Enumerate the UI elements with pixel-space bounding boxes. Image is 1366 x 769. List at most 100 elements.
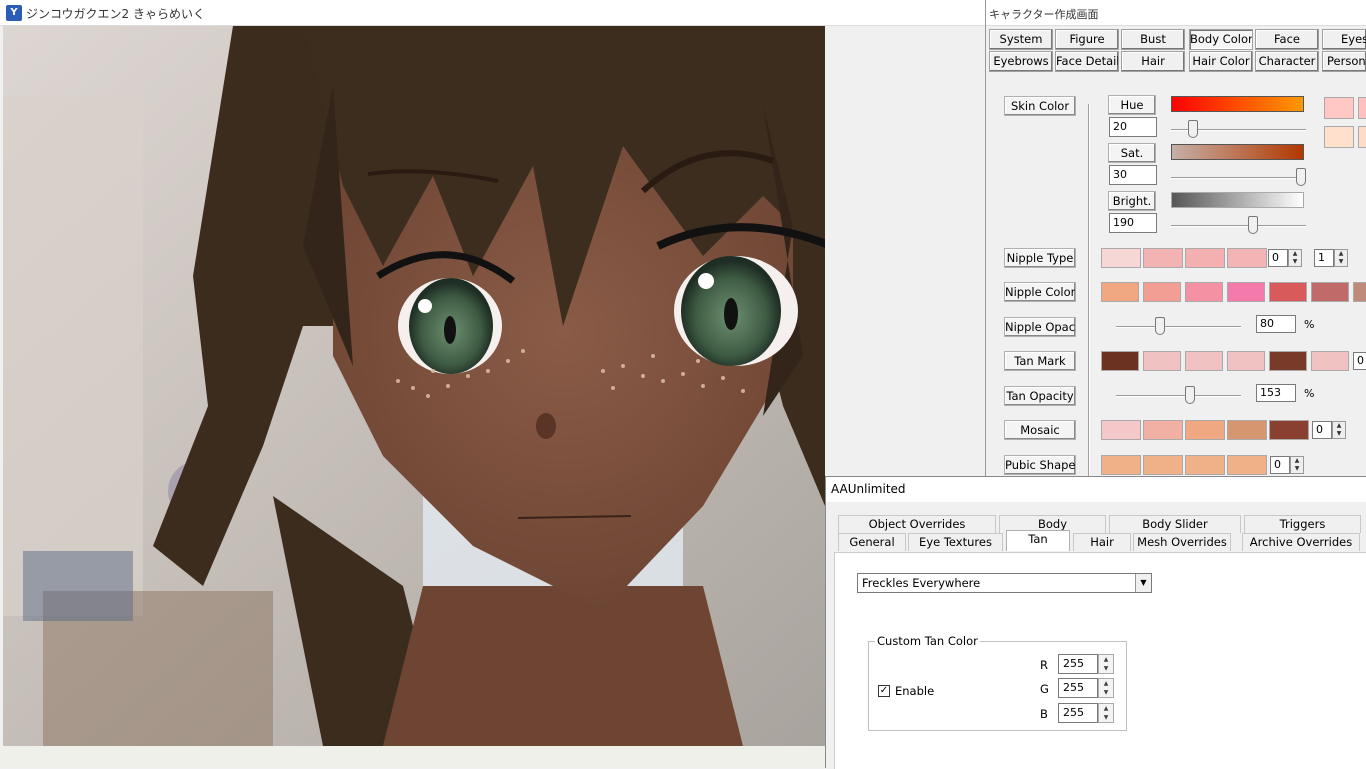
- pubic-shape-option[interactable]: [1227, 455, 1267, 475]
- sat-input[interactable]: 30: [1109, 165, 1157, 185]
- nipple-color-option[interactable]: [1269, 282, 1307, 302]
- nipple-opacity-slider[interactable]: [1116, 326, 1241, 328]
- nipple-type-option[interactable]: [1185, 248, 1225, 268]
- tab-system[interactable]: System: [989, 29, 1053, 50]
- tan-mark-option[interactable]: [1143, 351, 1181, 371]
- panel-divider: [1088, 104, 1090, 476]
- nipple-type-spin-2[interactable]: 1: [1314, 249, 1334, 267]
- nipple-color-button[interactable]: Nipple Color: [1004, 282, 1076, 302]
- tan-opacity-button[interactable]: Tan Opacity: [1004, 386, 1076, 406]
- nipple-type-spin[interactable]: 0: [1268, 249, 1288, 267]
- tan-opacity-thumb[interactable]: [1185, 386, 1195, 404]
- nipple-opacity-button[interactable]: Nipple Opacity: [1004, 317, 1076, 337]
- game-window-title: ジンコウガクエン2 きゃらめいく: [26, 7, 205, 21]
- nipple-color-option[interactable]: [1311, 282, 1349, 302]
- tab-figure[interactable]: Figure: [1055, 29, 1119, 50]
- tab-archive-overrides[interactable]: Archive Overrides: [1242, 533, 1360, 551]
- preset-swatch[interactable]: [1324, 97, 1354, 119]
- tab-mesh-overrides[interactable]: Mesh Overrides: [1133, 533, 1231, 551]
- bright-input[interactable]: 190: [1109, 213, 1157, 233]
- tan-mark-option[interactable]: [1269, 351, 1307, 371]
- mosaic-option[interactable]: [1185, 420, 1225, 440]
- tab-bust[interactable]: Bust: [1121, 29, 1185, 50]
- bright-label: Bright.: [1108, 191, 1156, 211]
- tan-opacity-slider[interactable]: [1116, 395, 1241, 397]
- tab-hair[interactable]: Hair: [1073, 533, 1131, 551]
- tab-body-slider[interactable]: Body Slider: [1109, 515, 1241, 533]
- tan-mark-option[interactable]: [1101, 351, 1139, 371]
- preset-swatch[interactable]: [1358, 126, 1366, 148]
- spin-arrows-icon[interactable]: ▲ ▼: [1098, 703, 1114, 723]
- status-strip: [0, 746, 825, 768]
- tab-hair-color[interactable]: Hair Color: [1189, 51, 1253, 72]
- spin-arrows-icon[interactable]: ▲ ▼: [1332, 421, 1346, 439]
- preset-swatch[interactable]: [1324, 126, 1354, 148]
- nipple-color-option[interactable]: [1143, 282, 1181, 302]
- nipple-type-button[interactable]: Nipple Type: [1004, 248, 1076, 268]
- spin-arrows-icon[interactable]: ▲ ▼: [1098, 678, 1114, 698]
- hue-input[interactable]: 20: [1109, 117, 1157, 137]
- tab-object-overrides[interactable]: Object Overrides: [838, 515, 996, 533]
- hue-slider-thumb[interactable]: [1188, 120, 1198, 138]
- g-input[interactable]: 255: [1058, 678, 1098, 698]
- tan-preset-dropdown[interactable]: Freckles Everywhere ▼: [857, 573, 1152, 593]
- pubic-shape-option[interactable]: [1185, 455, 1225, 475]
- spin-arrows-icon[interactable]: ▲ ▼: [1290, 456, 1304, 474]
- tab-hair[interactable]: Hair: [1121, 51, 1185, 72]
- pubic-shape-option[interactable]: [1101, 455, 1141, 475]
- mosaic-option[interactable]: [1143, 420, 1183, 440]
- tab-personality[interactable]: Personality: [1322, 51, 1366, 72]
- bright-slider-track[interactable]: [1171, 225, 1306, 227]
- nipple-type-option[interactable]: [1101, 248, 1141, 268]
- nipple-color-option[interactable]: [1227, 282, 1265, 302]
- nipple-type-option[interactable]: [1227, 248, 1267, 268]
- preset-swatch[interactable]: [1358, 97, 1366, 119]
- spin-arrows-icon[interactable]: ▲ ▼: [1334, 249, 1348, 267]
- spin-arrows-icon[interactable]: ▲ ▼: [1288, 249, 1302, 267]
- tan-opacity-input[interactable]: 153: [1256, 384, 1296, 402]
- tan-mark-button[interactable]: Tan Mark: [1004, 351, 1076, 371]
- skin-color-button[interactable]: Skin Color: [1004, 96, 1076, 116]
- character-3d-viewport[interactable]: [3, 26, 825, 746]
- enable-label: Enable: [895, 684, 935, 698]
- tab-general[interactable]: General: [838, 533, 906, 551]
- nipple-color-option[interactable]: [1185, 282, 1223, 302]
- tan-mark-option[interactable]: [1311, 351, 1349, 371]
- brightness-gradient: [1171, 192, 1304, 208]
- nipple-color-option[interactable]: [1101, 282, 1139, 302]
- tan-mark-option[interactable]: [1185, 351, 1223, 371]
- game-titlebar: Y ジンコウガクエン2 きゃらめいく: [0, 0, 985, 26]
- nipple-color-option[interactable]: [1353, 282, 1366, 302]
- pubic-shape-spin[interactable]: 0: [1270, 456, 1290, 474]
- pubic-shape-button[interactable]: Pubic Shape: [1004, 455, 1076, 475]
- sat-slider-track[interactable]: [1171, 177, 1306, 179]
- sat-slider-thumb[interactable]: [1296, 168, 1306, 186]
- mosaic-button[interactable]: Mosaic: [1004, 420, 1076, 440]
- mosaic-option[interactable]: [1227, 420, 1267, 440]
- custom-tan-color-label: Custom Tan Color: [875, 634, 980, 648]
- tab-face-details[interactable]: Face Details: [1055, 51, 1119, 72]
- nipple-type-option[interactable]: [1143, 248, 1183, 268]
- pubic-shape-option[interactable]: [1143, 455, 1183, 475]
- mosaic-spin[interactable]: 0: [1312, 421, 1332, 439]
- tab-eyes[interactable]: Eyes: [1322, 29, 1366, 50]
- tab-triggers[interactable]: Triggers: [1244, 515, 1361, 533]
- tab-eye-textures[interactable]: Eye Textures: [908, 533, 1003, 551]
- bright-slider-thumb[interactable]: [1248, 216, 1258, 234]
- tab-character[interactable]: Character: [1255, 51, 1319, 72]
- nipple-opacity-thumb[interactable]: [1155, 317, 1166, 335]
- b-input[interactable]: 255: [1058, 703, 1098, 723]
- tan-mark-spin[interactable]: 0: [1353, 352, 1366, 370]
- spin-arrows-icon[interactable]: ▲ ▼: [1098, 654, 1114, 674]
- tab-body-color[interactable]: Body Color: [1189, 29, 1253, 50]
- enable-checkbox[interactable]: ✓: [878, 685, 890, 697]
- r-input[interactable]: 255: [1058, 654, 1098, 674]
- tan-mark-option[interactable]: [1227, 351, 1265, 371]
- mosaic-option[interactable]: [1101, 420, 1141, 440]
- mosaic-option[interactable]: [1269, 420, 1309, 440]
- chevron-down-icon[interactable]: ▼: [1135, 574, 1151, 592]
- tab-eyebrows[interactable]: Eyebrows: [989, 51, 1053, 72]
- tab-tan[interactable]: Tan: [1006, 530, 1070, 551]
- nipple-opacity-input[interactable]: 80: [1256, 315, 1296, 333]
- tab-face[interactable]: Face: [1255, 29, 1319, 50]
